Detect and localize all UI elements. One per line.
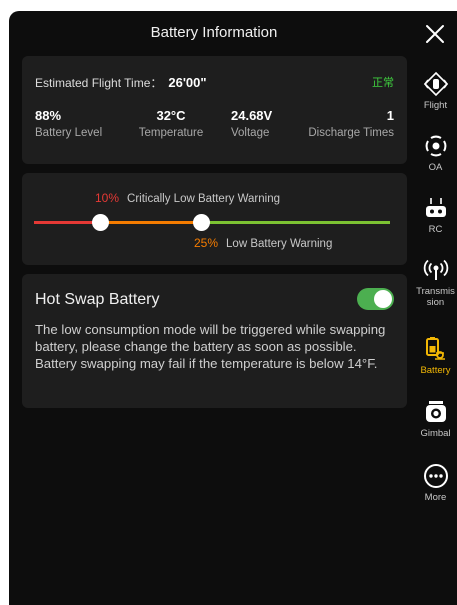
low-range-track <box>100 221 201 224</box>
sidebar-item-label: OA <box>428 162 443 173</box>
remote-controller-icon <box>425 198 446 217</box>
battery-level-stat: 88% Battery Level <box>35 108 102 139</box>
battery-icon <box>425 337 445 360</box>
more-icon <box>423 464 448 488</box>
hot-swap-card: Hot Swap Battery The low consumption mod… <box>22 274 407 408</box>
critical-warning-label: 10% Critically Low Battery Warning <box>95 191 280 205</box>
transmission-icon <box>423 259 448 280</box>
sidebar-item-label: RC <box>428 224 443 235</box>
estimated-flight-time: Estimated Flight Time： 26'00" <box>35 74 207 91</box>
hot-swap-description: The low consumption mode will be trigger… <box>35 322 386 371</box>
page-title: Battery Information <box>150 24 278 41</box>
discharge-times-label: Discharge Times <box>308 127 394 139</box>
flight-time-label: Estimated Flight Time： <box>35 76 163 90</box>
sidebar-item-transmission[interactable]: Transmission <box>414 257 457 308</box>
sidebar-item-label: Transmission <box>416 286 455 308</box>
sidebar-item-label: Gimbal <box>420 428 451 439</box>
sidebar-item-rc[interactable]: RC <box>414 195 457 235</box>
obstacle-avoidance-icon <box>425 135 446 157</box>
temperature-stat: 32°C Temperature <box>135 108 207 139</box>
gimbal-camera-icon <box>425 401 446 422</box>
low-warning-slider-handle[interactable] <box>193 214 210 231</box>
sidebar-item-label: More <box>424 492 447 503</box>
discharge-times-stat: 1 Discharge Times <box>308 108 394 139</box>
low-warning-text: Low Battery Warning <box>226 238 333 250</box>
discharge-times-value: 1 <box>386 108 394 123</box>
hot-swap-title: Hot Swap Battery <box>35 291 160 308</box>
close-button[interactable] <box>422 21 448 47</box>
normal-range-track <box>201 221 390 224</box>
sidebar-item-oa[interactable]: OA <box>414 133 457 173</box>
drone-flight-icon <box>423 71 448 97</box>
voltage-label: Voltage <box>231 127 270 139</box>
battery-settings-panel: Battery Information Estimated Flight Tim… <box>9 11 457 605</box>
low-warning-percent: 25% <box>194 236 219 250</box>
flight-time-value: 26'00" <box>168 75 207 90</box>
battery-level-value: 88% <box>35 108 62 123</box>
critical-range-track <box>34 221 100 224</box>
voltage-stat: 24.68V Voltage <box>231 108 272 139</box>
critical-warning-slider-handle[interactable] <box>92 214 109 231</box>
sidebar-item-more[interactable]: More <box>414 463 457 503</box>
battery-warning-card: 10% Critically Low Battery Warning 25% Low… <box>22 173 407 265</box>
battery-status-badge: 正常 <box>372 77 394 89</box>
temperature-value: 32°C <box>156 108 186 123</box>
critical-warning-text: Critically Low Battery Warning <box>127 193 280 205</box>
toggle-knob <box>374 290 392 308</box>
battery-level-label: Battery Level <box>35 127 103 139</box>
battery-summary-card: Estimated Flight Time： 26'00" 正常 88% Batt… <box>22 56 407 164</box>
sidebar-item-label: Battery <box>420 365 451 376</box>
sidebar-item-battery[interactable]: Battery <box>414 336 457 376</box>
voltage-value: 24.68V <box>231 108 273 123</box>
critical-warning-percent: 10% <box>95 191 120 205</box>
sidebar-item-flight[interactable]: Flight <box>414 71 457 111</box>
temperature-label: Temperature <box>138 127 204 139</box>
sidebar-item-gimbal[interactable]: Gimbal <box>414 399 457 439</box>
hot-swap-toggle[interactable] <box>357 288 394 310</box>
close-icon <box>426 25 444 43</box>
sidebar-item-label: Flight <box>423 100 448 111</box>
low-warning-label: 25% Low Battery Warning <box>194 236 332 250</box>
